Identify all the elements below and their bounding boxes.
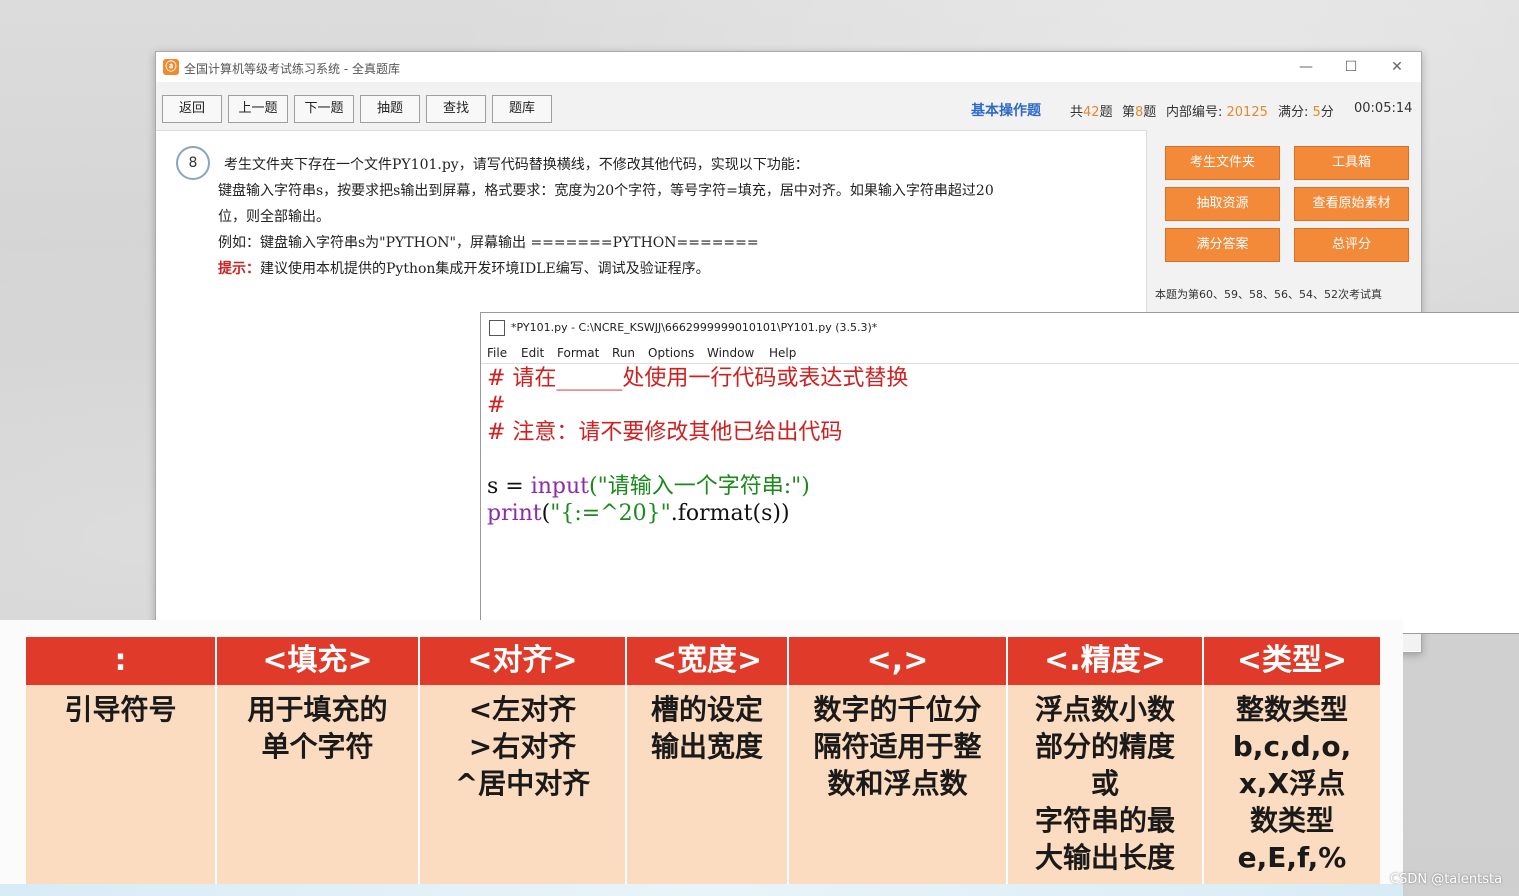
toolbox-button[interactable]: 工具箱	[1294, 146, 1409, 180]
toolbar: 返回 上一题 下一题 抽题 查找 题库 基本操作题 共42题 第8题 内部编号:…	[156, 82, 1421, 131]
idle-menu-bar: File Edit Format Run Options Window Help	[481, 343, 1519, 364]
csdn-watermark: CSDN @talentsta	[1390, 872, 1503, 887]
table-header-fill: <填充>	[217, 637, 418, 685]
question-hint: 提示：建议使用本机提供的Python集成开发环境IDLE编写、调试及验证程序。	[218, 261, 710, 277]
menu-run[interactable]: Run	[612, 346, 635, 360]
full-score-answer-button[interactable]: 满分答案	[1165, 228, 1280, 262]
maximize-button[interactable]: ☐	[1337, 56, 1365, 78]
table-cell: <左对齐 >右对齐 ^居中对齐	[420, 685, 625, 895]
idle-title-bar: *PY101.py - C:\NCRE_KSWJJ\66629999990101…	[481, 313, 1519, 343]
code-line-5: s = input("请输入一个字符串:")	[487, 474, 810, 499]
table-column: <填充> 用于填充的 单个字符	[217, 637, 420, 895]
menu-file[interactable]: File	[487, 346, 507, 360]
table-column: <宽度> 槽的设定 输出宽度	[627, 637, 789, 895]
extract-resources-button[interactable]: 抽取资源	[1165, 187, 1280, 221]
python-file-icon	[489, 320, 505, 336]
table-cell: 浮点数小数 部分的精度 或 字符串的最 大输出长度	[1008, 685, 1202, 895]
full-score: 满分: 5分	[1278, 105, 1334, 120]
menu-window[interactable]: Window	[707, 346, 754, 360]
menu-options[interactable]: Options	[648, 346, 694, 360]
question-source-note: 本题为第60、59、58、56、54、52次考试真	[1155, 288, 1382, 301]
question-number-badge: 8	[176, 146, 210, 180]
view-original-material-button[interactable]: 查看原始素材	[1294, 187, 1409, 221]
format-spec-slide: : 引导符号 <填充> 用于填充的 单个字符 <对齐> <左对齐 >右对齐 ^居…	[0, 620, 1403, 896]
menu-help[interactable]: Help	[769, 346, 796, 360]
table-header-comma: <,>	[789, 637, 1006, 685]
table-header-precision: <.精度>	[1008, 637, 1202, 685]
find-button[interactable]: 查找	[426, 95, 486, 123]
question-bank-button[interactable]: 题库	[492, 95, 552, 123]
idle-editor-window: *PY101.py - C:\NCRE_KSWJJ\66629999990101…	[480, 312, 1519, 634]
title-bar: ⓐ 全国计算机等级考试练习系统 - 全真题库 — ☐ ✕	[156, 52, 1421, 82]
table-cell: 数字的千位分 隔符适用于整 数和浮点数	[789, 685, 1006, 895]
decorative-wave	[0, 884, 1403, 896]
draw-question-button[interactable]: 抽题	[360, 95, 420, 123]
code-line-3: # 注意：请不要修改其他已给出代码	[487, 420, 843, 445]
back-button[interactable]: 返回	[162, 95, 222, 123]
question-count: 共42题	[1070, 105, 1113, 120]
idle-window-title: *PY101.py - C:\NCRE_KSWJJ\66629999990101…	[511, 321, 878, 334]
code-line-2: #	[487, 393, 506, 418]
format-spec-table: : 引导符号 <填充> 用于填充的 单个字符 <对齐> <左对齐 >右对齐 ^居…	[26, 637, 1380, 895]
question-line-1: 考生文件夹下存在一个文件PY101.py，请写代码替换横线，不修改其他代码，实现…	[224, 157, 809, 173]
close-button[interactable]: ✕	[1383, 56, 1411, 78]
app-logo-icon: ⓐ	[163, 59, 179, 75]
table-cell: 引导符号	[26, 685, 215, 895]
table-column: <,> 数字的千位分 隔符适用于整 数和浮点数	[789, 637, 1008, 895]
question-type-link[interactable]: 基本操作题	[971, 100, 1041, 120]
menu-format[interactable]: Format	[557, 346, 599, 360]
question-example: 例如：键盘输入字符串s为"PYTHON"，屏幕输出 =======PYTHON=…	[218, 235, 759, 251]
prev-question-button[interactable]: 上一题	[228, 95, 288, 123]
candidate-folder-button[interactable]: 考生文件夹	[1165, 146, 1280, 180]
table-cell: 用于填充的 单个字符	[217, 685, 418, 895]
next-question-button[interactable]: 下一题	[294, 95, 354, 123]
question-index: 第8题	[1122, 105, 1157, 120]
table-header-type: <类型>	[1204, 637, 1380, 685]
table-cell: 整数类型 b,c,d,o, x,X浮点 数类型 e,E,f,%	[1204, 685, 1380, 895]
table-header-colon: :	[26, 637, 215, 685]
table-cell: 槽的设定 输出宽度	[627, 685, 787, 895]
question-line-3: 位，则全部输出。	[218, 209, 330, 225]
internal-code: 内部编号: 20125	[1166, 105, 1268, 120]
minimize-button[interactable]: —	[1292, 56, 1320, 78]
table-column: <对齐> <左对齐 >右对齐 ^居中对齐	[420, 637, 627, 895]
table-header-width: <宽度>	[627, 637, 787, 685]
code-line-6: print("{:=^20}".format(s))	[487, 501, 790, 526]
code-line-1: # 请在______处使用一行代码或表达式替换	[487, 366, 909, 391]
window-title: 全国计算机等级考试练习系统 - 全真题库	[184, 62, 400, 76]
timer: 00:05:14	[1354, 101, 1413, 116]
menu-edit[interactable]: Edit	[521, 346, 544, 360]
table-header-align: <对齐>	[420, 637, 625, 685]
table-column: : 引导符号	[26, 637, 217, 895]
table-column: <.精度> 浮点数小数 部分的精度 或 字符串的最 大输出长度	[1008, 637, 1204, 895]
hint-label: 提示：	[218, 261, 260, 277]
total-score-button[interactable]: 总评分	[1294, 228, 1409, 262]
table-column: <类型> 整数类型 b,c,d,o, x,X浮点 数类型 e,E,f,%	[1204, 637, 1380, 895]
code-editor[interactable]: # 请在______处使用一行代码或表达式替换 # # 注意：请不要修改其他已给…	[487, 365, 908, 527]
question-line-2: 键盘输入字符串s，按要求把s输出到屏幕，格式要求：宽度为20个字符，等号字符=填…	[218, 183, 994, 199]
